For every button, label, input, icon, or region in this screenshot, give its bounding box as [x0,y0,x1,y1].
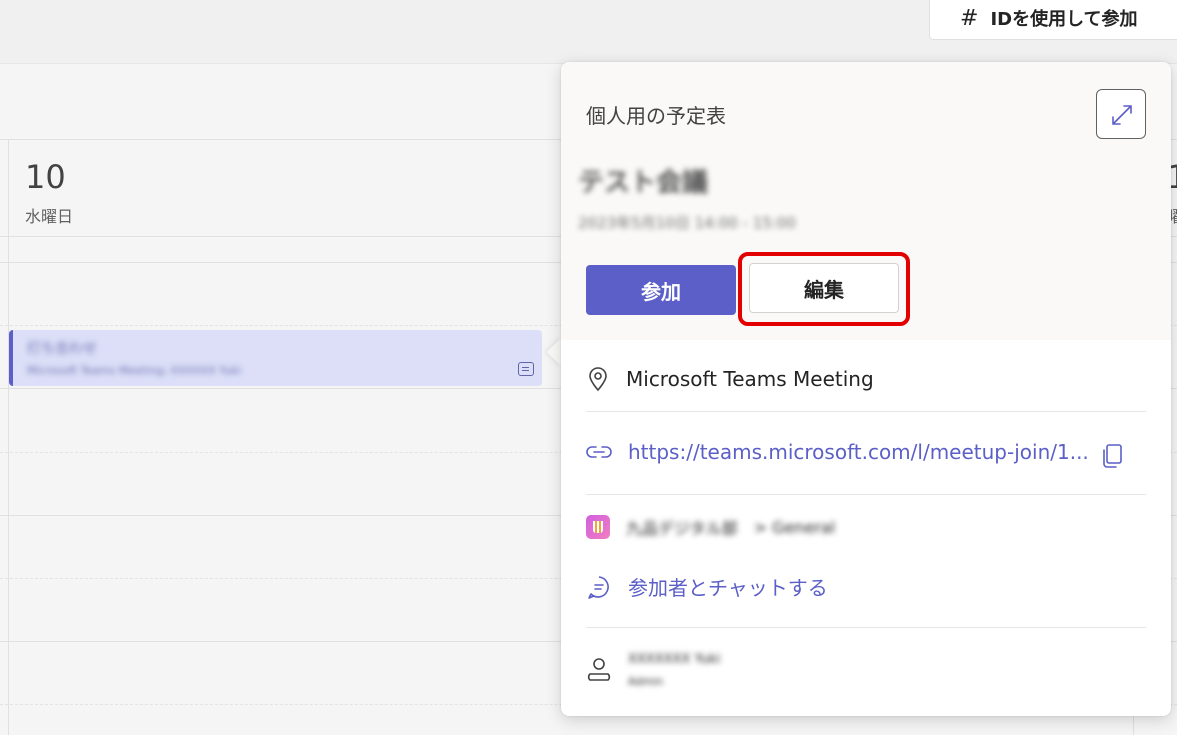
location-row: Microsoft Teams Meeting [586,366,1146,392]
day-column-divider [8,140,9,735]
join-link[interactable]: https://teams.microsoft.com/l/meetup-joi… [628,440,1089,464]
event-subtitle: Microsoft Teams Meeting; XXXXXX Yuki [27,364,241,377]
location-pin-icon [589,367,607,392]
calendar-toolbar: # IDを使用して参加 [0,0,1177,64]
meeting-details-popup: 個人用の予定表 テスト会議 2023年5月10日 14:00 - 15:00 参… [561,62,1171,716]
channel-row: 九品デジタル部 > General [586,515,1146,539]
chat-with-participants-link[interactable]: 参加者とチャットする [628,572,828,601]
day-name: 水曜日 [25,207,74,226]
popup-divider [586,411,1146,412]
meeting-time: 2023年5月10日 14:00 - 15:00 [578,214,796,232]
join-button[interactable]: 参加 [586,265,736,315]
join-link-row: https://teams.microsoft.com/l/meetup-joi… [586,440,1146,464]
expand-icon [1112,105,1132,125]
copy-link-button[interactable] [1101,443,1123,473]
meeting-notes-icon [518,362,534,376]
meeting-title: テスト会議 [578,168,709,198]
organizer-info: XXXXXXX Yuki Admin [628,652,720,688]
calendar-name: 個人用の予定表 [586,104,726,128]
event-title: 打ち合わせ [27,341,97,357]
copy-icon [1103,444,1122,468]
organizer-row: XXXXXXX Yuki Admin [586,652,1146,688]
organizer-role: Admin [628,675,664,688]
popup-divider [586,627,1146,628]
channel-popcorn-icon [586,515,610,539]
channel-name[interactable]: 九品デジタル部 [626,515,738,539]
hash-icon: # [960,5,979,31]
edit-button[interactable]: 編集 [749,263,899,313]
join-with-id-button[interactable]: # IDを使用して参加 [929,0,1177,40]
chat-icon [588,575,609,599]
day-number[interactable]: 10 [25,158,66,196]
expand-button[interactable] [1096,89,1146,139]
join-with-id-label: IDを使用して参加 [990,9,1138,30]
channel-sub: > General [753,517,836,537]
organizer-name: XXXXXXX Yuki [628,652,721,667]
link-icon [586,446,612,458]
teams-calendar-page: # IDを使用して参加 10 水曜日 1 曜 打ち合わせ Microsoft T… [0,0,1177,735]
location-text: Microsoft Teams Meeting [626,367,874,391]
calendar-event[interactable]: 打ち合わせ Microsoft Teams Meeting; XXXXXX Yu… [9,330,542,386]
person-icon [587,658,611,681]
popup-divider [586,494,1146,495]
chat-row[interactable]: 参加者とチャットする [586,572,1146,601]
